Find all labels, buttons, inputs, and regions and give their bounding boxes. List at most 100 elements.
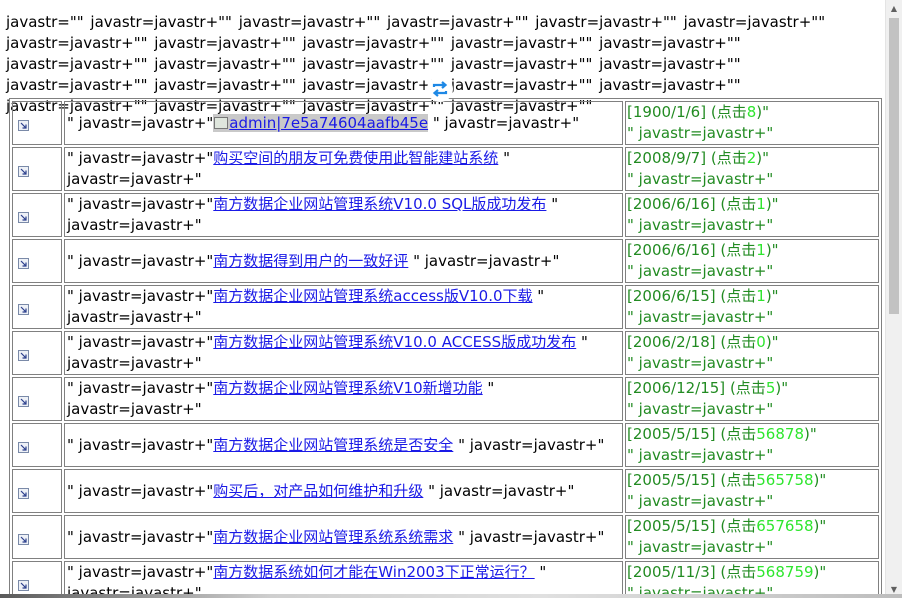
js-prefix: " javastr=javastr+": [67, 149, 214, 167]
article-link[interactable]: 南方数据企业网站管理系统V10.0 SQL版成功发布: [213, 195, 546, 213]
close-paren: )": [756, 103, 770, 121]
close-paren: )": [765, 241, 779, 259]
hits-label: (点击: [720, 195, 757, 213]
date-text: [2006/6/16]: [627, 195, 716, 213]
sync-icon[interactable]: [427, 76, 453, 102]
close-paren: )": [765, 333, 779, 351]
row-icon-cell: [12, 469, 62, 513]
row-icon-cell: [12, 147, 62, 191]
meta-cell: [2005/11/3] (点击568759)" " javastr=javastr…: [625, 561, 879, 598]
date-text: [2006/2/18]: [627, 333, 716, 351]
article-link[interactable]: 南方数据企业网站管理系统access版V10.0下载: [213, 287, 532, 305]
title-cell: " javastr=javastr+"南方数据得到用户的一致好评 " javas…: [64, 239, 623, 283]
js-prefix: " javastr=javastr+": [67, 563, 214, 581]
date-text: [1900/1/6]: [627, 103, 707, 121]
table-row: " javastr=javastr+"南方数据企业网站管理系统是否安全 " ja…: [12, 423, 879, 467]
article-link[interactable]: 南方数据得到用户的一致好评: [213, 252, 408, 270]
meta-cell: [2006/6/15] (点击1)" " javastr=javastr+": [625, 285, 879, 329]
table-row: " javastr=javastr+"购买后，对产品如何维护和升级 " java…: [12, 469, 879, 513]
vertical-scrollbar[interactable]: ▲ ▼: [885, 0, 902, 598]
js-prefix: " javastr=javastr+": [67, 379, 214, 397]
arrow-down-right-icon: [18, 395, 29, 407]
hits-count: 1: [756, 195, 766, 213]
table-row: " javastr=javastr+"南方数据得到用户的一致好评 " javas…: [12, 239, 879, 283]
date-text: [2005/5/15]: [627, 517, 716, 535]
js-prefix: " javastr=javastr+": [67, 481, 214, 500]
title-cell: " javastr=javastr+"南方数据企业网站管理系统V10.0 ACC…: [64, 331, 623, 375]
article-link[interactable]: admin|7e5a74604aafb45e: [229, 114, 428, 132]
js-suffix-2: " javastr=javastr+": [627, 124, 774, 142]
js-suffix: " javastr=javastr+": [453, 527, 605, 546]
close-paren: )": [803, 425, 817, 443]
js-prefix: " javastr=javastr+": [67, 113, 214, 132]
hits-count: 568759: [756, 563, 814, 581]
table-row: " javastr=javastr+"南方数据企业网站管理系统系统需求 " ja…: [12, 515, 879, 559]
hits-count: 56878: [756, 425, 804, 443]
hits-label: (点击: [720, 241, 757, 259]
hits-label: (点击: [720, 425, 757, 443]
title-cell: " javastr=javastr+"南方数据企业网站管理系统V10.0 SQL…: [64, 193, 623, 237]
table-row: " javastr=javastr+"南方数据企业网站管理系统V10.0 ACC…: [12, 331, 879, 375]
row-icon-cell: [12, 331, 62, 375]
arrow-down-right-icon: [18, 487, 29, 499]
arrow-down-right-icon: [18, 579, 29, 591]
meta-cell: [2006/12/15] (点击5)" " javastr=javastr+": [625, 377, 879, 421]
hits-label: (点击: [720, 333, 757, 351]
meta-cell: [2005/5/15] (点击657658)" " javastr=javastr…: [625, 515, 879, 559]
scroll-up-icon[interactable]: ▲: [886, 0, 902, 17]
article-table: " javastr=javastr+" admin|7e5a74604aafb45…: [9, 98, 882, 598]
article-link[interactable]: 购买空间的朋友可免费使用此智能建站系统: [213, 149, 498, 167]
hits-label: (点击: [720, 563, 757, 581]
article-link[interactable]: 南方数据系统如何才能在Win2003下正常运行？: [213, 563, 534, 581]
close-paren: )": [813, 517, 827, 535]
scrollbar-thumb[interactable]: [889, 18, 899, 314]
js-suffix: " javastr=javastr+": [453, 435, 605, 454]
hits-label: (点击: [720, 287, 757, 305]
title-cell: " javastr=javastr+"南方数据系统如何才能在Win2003下正常…: [64, 561, 623, 598]
table-row: " javastr=javastr+" admin|7e5a74604aafb45…: [12, 101, 879, 145]
arrow-down-right-icon: [18, 211, 29, 223]
js-suffix-2: " javastr=javastr+": [627, 400, 774, 418]
date-text: [2008/9/7]: [627, 149, 707, 167]
js-prefix: " javastr=javastr+": [67, 251, 214, 270]
js-suffix-2: " javastr=javastr+": [627, 446, 774, 464]
row-icon-cell: [12, 561, 62, 598]
arrow-down-right-icon: [18, 165, 29, 177]
js-suffix: " javastr=javastr+": [423, 481, 575, 500]
js-prefix: " javastr=javastr+": [67, 333, 214, 351]
arrow-down-right-icon: [18, 257, 29, 269]
js-suffix-2: " javastr=javastr+": [627, 216, 774, 234]
meta-cell: [2005/5/15] (点击56878)" " javastr=javastr+…: [625, 423, 879, 467]
hits-label: (点击: [720, 471, 757, 489]
article-link[interactable]: 南方数据企业网站管理系统系统需求: [213, 528, 453, 546]
article-link[interactable]: 南方数据企业网站管理系统V10新增功能: [213, 379, 482, 397]
hits-count: 2: [746, 149, 757, 167]
row-icon-cell: [12, 193, 62, 237]
article-link[interactable]: 南方数据企业网站管理系统是否安全: [213, 436, 453, 454]
title-cell: " javastr=javastr+"南方数据企业网站管理系统access版V1…: [64, 285, 623, 329]
js-suffix: " javastr=javastr+": [428, 113, 580, 132]
meta-cell: [2006/2/18] (点击0)" " javastr=javastr+": [625, 331, 879, 375]
row-icon-cell: [12, 423, 62, 467]
arrow-down-right-icon: [18, 303, 29, 315]
js-suffix-2: " javastr=javastr+": [627, 354, 774, 372]
table-row: " javastr=javastr+"购买空间的朋友可免费使用此智能建站系统 "…: [12, 147, 879, 191]
article-link[interactable]: 购买后，对产品如何维护和升级: [213, 482, 423, 500]
js-suffix-2: " javastr=javastr+": [627, 170, 774, 188]
js-prefix: " javastr=javastr+": [67, 287, 214, 305]
hits-label: (点击: [710, 103, 747, 121]
row-icon-cell: [12, 515, 62, 559]
arrow-down-right-icon: [18, 349, 29, 361]
article-link[interactable]: 南方数据企业网站管理系统V10.0 ACCESS版成功发布: [213, 333, 576, 351]
close-paren: )": [775, 379, 789, 397]
close-paren: )": [813, 471, 827, 489]
hits-count: 657658: [756, 517, 814, 535]
date-text: [2005/5/15]: [627, 471, 716, 489]
date-text: [2006/12/15]: [627, 379, 726, 397]
row-icon-cell: [12, 285, 62, 329]
meta-cell: [1900/1/6] (点击8)" " javastr=javastr+": [625, 101, 879, 145]
hits-count: 5: [765, 379, 776, 397]
title-cell: " javastr=javastr+"南方数据企业网站管理系统系统需求 " ja…: [64, 515, 623, 559]
page-content: javastr="" javastr=javastr+"" javastr=ja…: [0, 0, 886, 598]
js-prefix: " javastr=javastr+": [67, 435, 214, 454]
